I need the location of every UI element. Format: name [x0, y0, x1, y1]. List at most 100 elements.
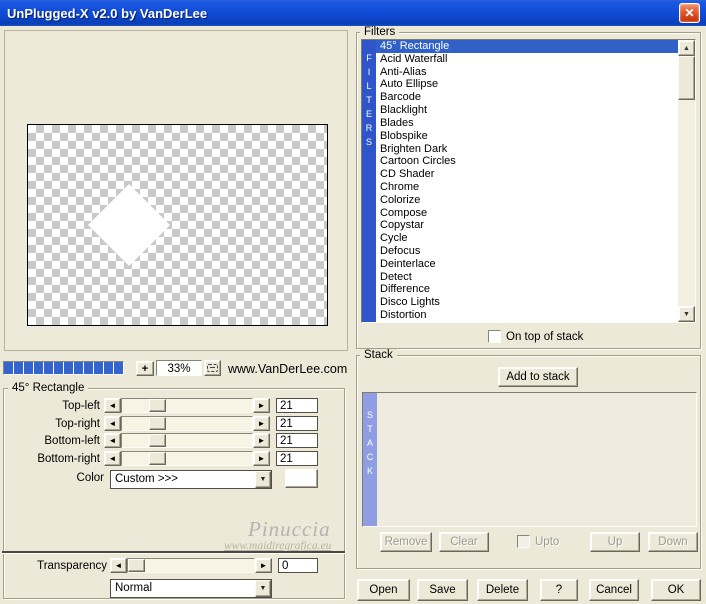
slider-thumb[interactable] — [149, 399, 166, 412]
slider-track[interactable] — [121, 398, 253, 413]
slider-track[interactable] — [121, 433, 253, 448]
transparency-value-field[interactable]: 0 — [278, 558, 318, 573]
cancel-button[interactable]: Cancel — [589, 579, 639, 601]
filter-list-item[interactable]: 45° Rectangle — [376, 40, 678, 53]
open-button[interactable]: Open — [357, 579, 410, 601]
slider-label: Bottom-right — [37, 452, 100, 465]
filter-list-item[interactable]: Cartoon Circles — [376, 155, 678, 168]
blend-mode-dropdown[interactable]: Normal ▼ — [110, 579, 272, 598]
close-button[interactable]: ✕ — [679, 3, 700, 23]
color-dropdown[interactable]: Custom >>> ▼ — [110, 470, 272, 489]
slider-label: Top-left — [62, 400, 100, 412]
stack-list[interactable] — [377, 393, 696, 526]
close-icon: ✕ — [684, 6, 695, 20]
filter-list-item[interactable]: Auto Ellipse — [376, 78, 678, 91]
filter-list-item[interactable]: Acid Waterfall — [376, 53, 678, 66]
upto-label: Upto — [535, 536, 560, 548]
filter-list-item[interactable]: Anti-Alias — [376, 66, 678, 79]
filter-list-item[interactable]: Blobspike — [376, 130, 678, 143]
preview-panel — [4, 30, 348, 351]
transparency-slider-row: ◄ ► 0 — [110, 558, 318, 573]
color-dropdown-value: Custom >>> — [115, 473, 178, 485]
slider-left-arrow-button[interactable]: ◄ — [104, 398, 121, 413]
slider-value-field[interactable]: 21 — [276, 450, 318, 466]
scrollbar-thumb[interactable] — [678, 56, 695, 100]
transparency-right-arrow-button[interactable]: ► — [255, 558, 272, 573]
on-top-of-stack-checkbox[interactable] — [488, 330, 501, 343]
filter-list-item[interactable]: Colorize — [376, 194, 678, 207]
delete-button[interactable]: Delete — [477, 579, 528, 601]
filter-list-item[interactable]: Difference — [376, 283, 678, 296]
titlebar[interactable]: UnPlugged-X v2.0 by VanDerLee — [0, 0, 706, 26]
save-button[interactable]: Save — [417, 579, 468, 601]
slider-value-field[interactable]: 21 — [276, 398, 318, 413]
slider-left-arrow-button[interactable]: ◄ — [104, 450, 121, 466]
filters-group-label: Filters — [360, 26, 400, 38]
slider-row: Bottom-right ◄ ► 21 — [0, 450, 345, 466]
on-top-of-stack-label: On top of stack — [506, 331, 584, 343]
slider-thumb[interactable] — [149, 434, 166, 447]
filter-list-item[interactable]: Disco Lights — [376, 296, 678, 309]
progress-bar — [3, 361, 124, 375]
slider-track[interactable] — [121, 415, 253, 431]
slider-row: Top-right ◄ ► 21 — [0, 415, 345, 431]
slider-right-arrow-button[interactable]: ► — [253, 433, 270, 448]
filter-list-item[interactable]: Deinterlace — [376, 258, 678, 271]
section-divider — [2, 551, 345, 553]
slider-label: Bottom-left — [44, 435, 100, 447]
slider-right-arrow-button[interactable]: ► — [253, 398, 270, 413]
transparency-left-arrow-button[interactable]: ◄ — [110, 558, 127, 573]
preview-image[interactable] — [27, 124, 328, 326]
watermark-name: Pinuccia — [248, 517, 331, 541]
filter-list-item[interactable]: Blades — [376, 117, 678, 130]
ok-button[interactable]: OK — [651, 579, 701, 601]
filter-list-item[interactable]: Copystar — [376, 219, 678, 232]
zoom-level-field[interactable]: 33% — [156, 360, 202, 376]
slider-thumb[interactable] — [149, 416, 166, 430]
scroll-down-icon[interactable]: ▼ — [678, 306, 695, 322]
clear-button[interactable]: Clear — [439, 532, 489, 552]
filter-list-item[interactable]: Detect — [376, 271, 678, 284]
chevron-down-icon[interactable]: ▼ — [255, 471, 271, 488]
blend-mode-value: Normal — [115, 582, 153, 594]
filters-scrollbar[interactable]: ▲ ▼ — [678, 40, 695, 322]
help-button[interactable]: ? — [540, 579, 578, 601]
filter-list-item[interactable]: Blacklight — [376, 104, 678, 117]
add-to-stack-button[interactable]: Add to stack — [498, 367, 578, 387]
slider-right-arrow-button[interactable]: ► — [253, 450, 270, 466]
slider-thumb[interactable] — [149, 451, 166, 465]
chevron-down-icon[interactable]: ▼ — [255, 580, 271, 597]
color-swatch[interactable] — [285, 469, 318, 488]
filter-list-item[interactable]: Brighten Dark — [376, 143, 678, 156]
scroll-up-icon[interactable]: ▲ — [678, 40, 695, 56]
filter-list-item[interactable]: Defocus — [376, 245, 678, 258]
filter-list-item[interactable]: Cycle — [376, 232, 678, 245]
slider-row: Bottom-left ◄ ► 21 — [0, 433, 345, 448]
selection-marquee-icon — [207, 364, 218, 372]
remove-button[interactable]: Remove — [380, 532, 432, 552]
upto-checkbox[interactable] — [517, 535, 530, 548]
filter-list-item[interactable]: Barcode — [376, 91, 678, 104]
slider-track[interactable] — [121, 450, 253, 466]
filter-list-item[interactable]: Distortion — [376, 309, 678, 322]
filter-list-item[interactable]: Compose — [376, 207, 678, 220]
slider-left-arrow-button[interactable]: ◄ — [104, 433, 121, 448]
slider-value-field[interactable]: 21 — [276, 433, 318, 448]
slider-value-field[interactable]: 21 — [276, 415, 318, 431]
down-button[interactable]: Down — [648, 532, 698, 552]
marquee-button[interactable] — [204, 360, 221, 376]
slider-right-arrow-button[interactable]: ► — [253, 415, 270, 431]
zoom-plus-button[interactable]: + — [136, 361, 154, 376]
stack-vertical-label: STACK — [365, 410, 375, 480]
filters-vertical-label: FILTERS — [364, 53, 374, 151]
transparency-slider-track[interactable] — [127, 558, 255, 573]
transparency-label: Transparency — [37, 560, 107, 572]
transparency-slider-thumb[interactable] — [128, 559, 145, 572]
filter-list-item[interactable]: Chrome — [376, 181, 678, 194]
slider-left-arrow-button[interactable]: ◄ — [104, 415, 121, 431]
stack-vertical-bar: STACK — [363, 393, 377, 526]
filters-vertical-bar: FILTERS — [362, 40, 376, 322]
up-button[interactable]: Up — [590, 532, 640, 552]
filter-list-item[interactable]: CD Shader — [376, 168, 678, 181]
params-group-label: 45° Rectangle — [8, 382, 89, 394]
